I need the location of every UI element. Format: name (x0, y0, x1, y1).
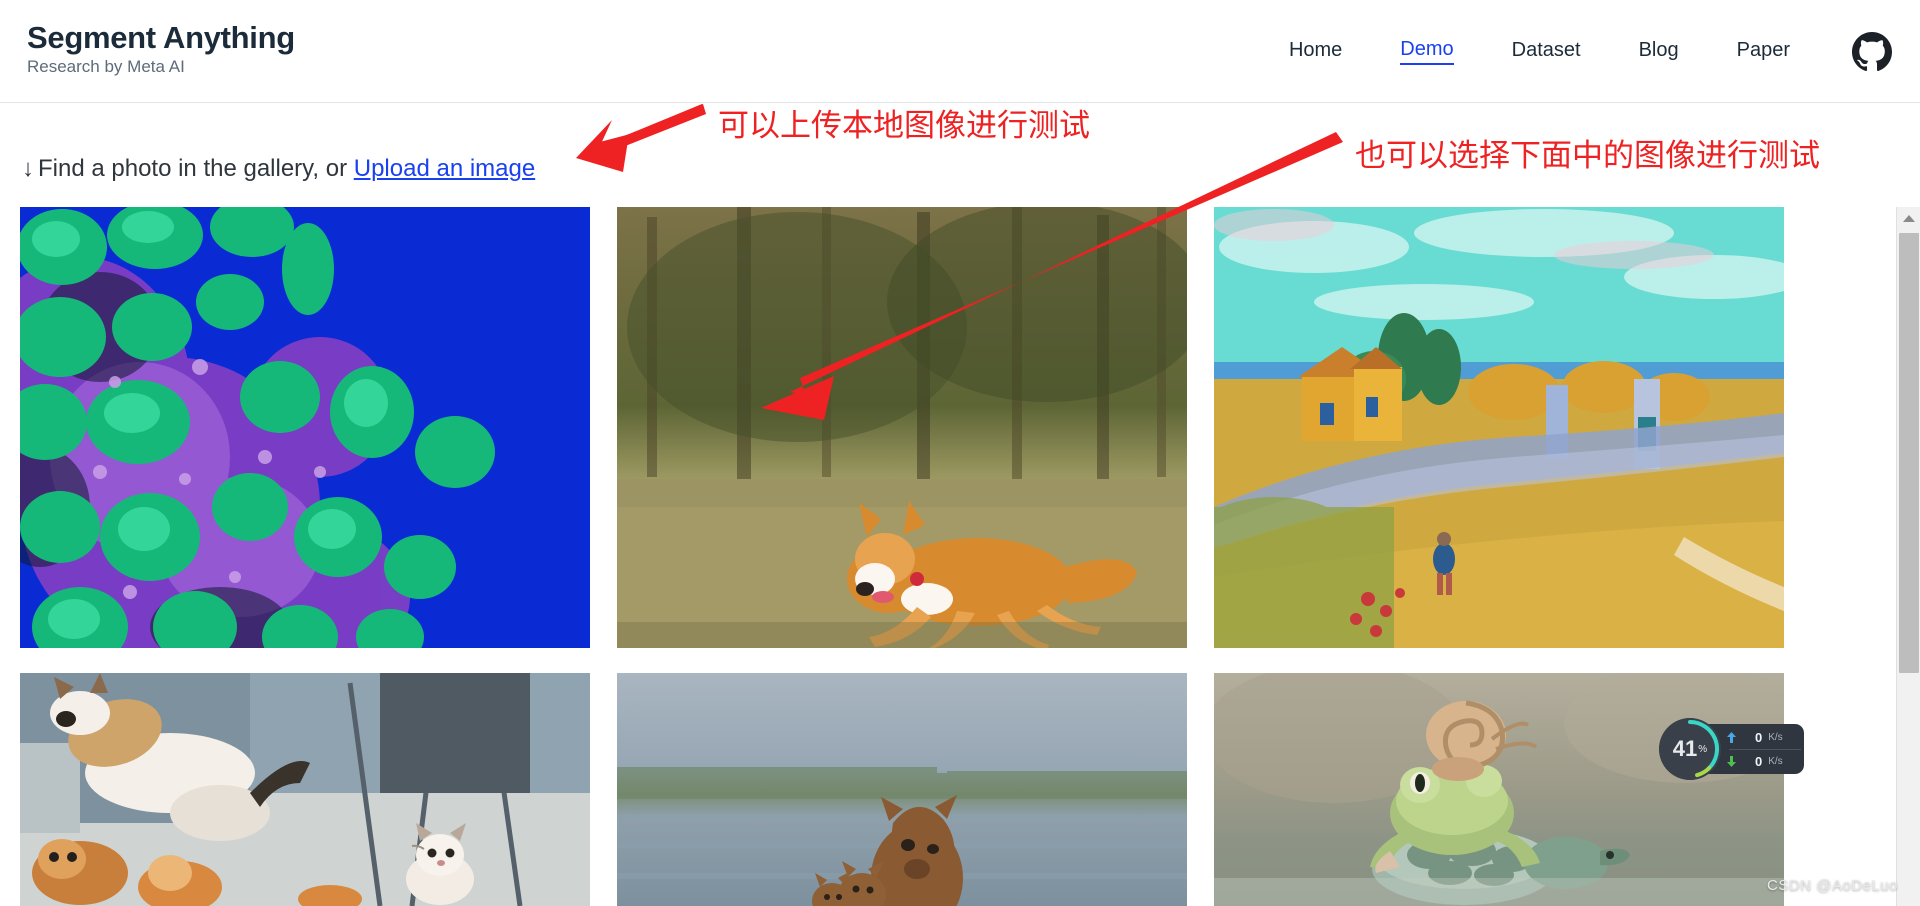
watermark: CSDN @AoDeLuo (1767, 877, 1898, 894)
image-gallery (0, 207, 1879, 906)
monitor-percent: 41% (1659, 718, 1721, 780)
brand: Segment Anything Research by Meta AI (27, 20, 295, 76)
gallery-image-bacteria[interactable] (20, 207, 590, 648)
site-header: Segment Anything Research by Meta AI Hom… (0, 0, 1920, 103)
monitor-download-unit: K/s (1768, 755, 1783, 767)
monitor-upload-row: 0 K/s (1727, 725, 1803, 749)
gallery-row-1 (20, 207, 1784, 648)
scroll-thumb[interactable] (1899, 233, 1919, 673)
gallery-image-painting[interactable] (1214, 207, 1784, 648)
gallery-row-2 (20, 673, 1784, 906)
upload-an-image-link[interactable]: Upload an image (354, 155, 535, 182)
nav-item-demo[interactable]: Demo (1400, 38, 1454, 65)
monitor-upload-value: 0 (1755, 729, 1763, 745)
gallery-image-cats[interactable] (20, 673, 590, 906)
gallery-image-frog[interactable] (1214, 673, 1784, 906)
monitor-download-value: 0 (1755, 753, 1763, 769)
gallery-prompt: ↓ Find a photo in the gallery, or Upload … (22, 155, 535, 183)
system-monitor-widget[interactable]: 41% 0 K/s 0 K/s (1659, 718, 1804, 780)
annotation-upload-text: 可以上传本地图像进行测试 (718, 108, 1090, 144)
scroll-up-arrow-icon[interactable] (1897, 207, 1920, 229)
monitor-percent-unit: % (1698, 743, 1708, 755)
arrow-up-icon (1727, 731, 1736, 743)
nav-item-dataset[interactable]: Dataset (1512, 39, 1581, 64)
monitor-upload-unit: K/s (1768, 731, 1783, 743)
gallery-prompt-text: Find a photo in the gallery, or (38, 155, 348, 182)
annotation-gallery-text: 也可以选择下面中的图像进行测试 (1355, 138, 1820, 174)
arrow-down-icon: ↓ (22, 155, 34, 182)
gallery-image-bears[interactable] (617, 673, 1187, 906)
gallery-image-corgi[interactable] (617, 207, 1187, 648)
brand-subtitle: Research by Meta AI (27, 56, 185, 76)
gallery-scrollbar[interactable] (1896, 207, 1920, 906)
nav-item-home[interactable]: Home (1289, 39, 1342, 64)
arrow-down-icon (1727, 755, 1736, 767)
nav-item-blog[interactable]: Blog (1639, 39, 1679, 64)
nav-item-paper[interactable]: Paper (1737, 39, 1790, 64)
monitor-download-row: 0 K/s (1727, 749, 1803, 773)
main-nav: Home Demo Dataset Blog Paper (1231, 0, 1920, 103)
monitor-percent-value: 41 (1672, 736, 1698, 761)
page-root: Segment Anything Research by Meta AI Hom… (0, 0, 1920, 906)
github-icon[interactable] (1852, 31, 1892, 72)
monitor-rows: 0 K/s 0 K/s (1727, 725, 1803, 773)
page-title: Segment Anything (27, 20, 295, 55)
